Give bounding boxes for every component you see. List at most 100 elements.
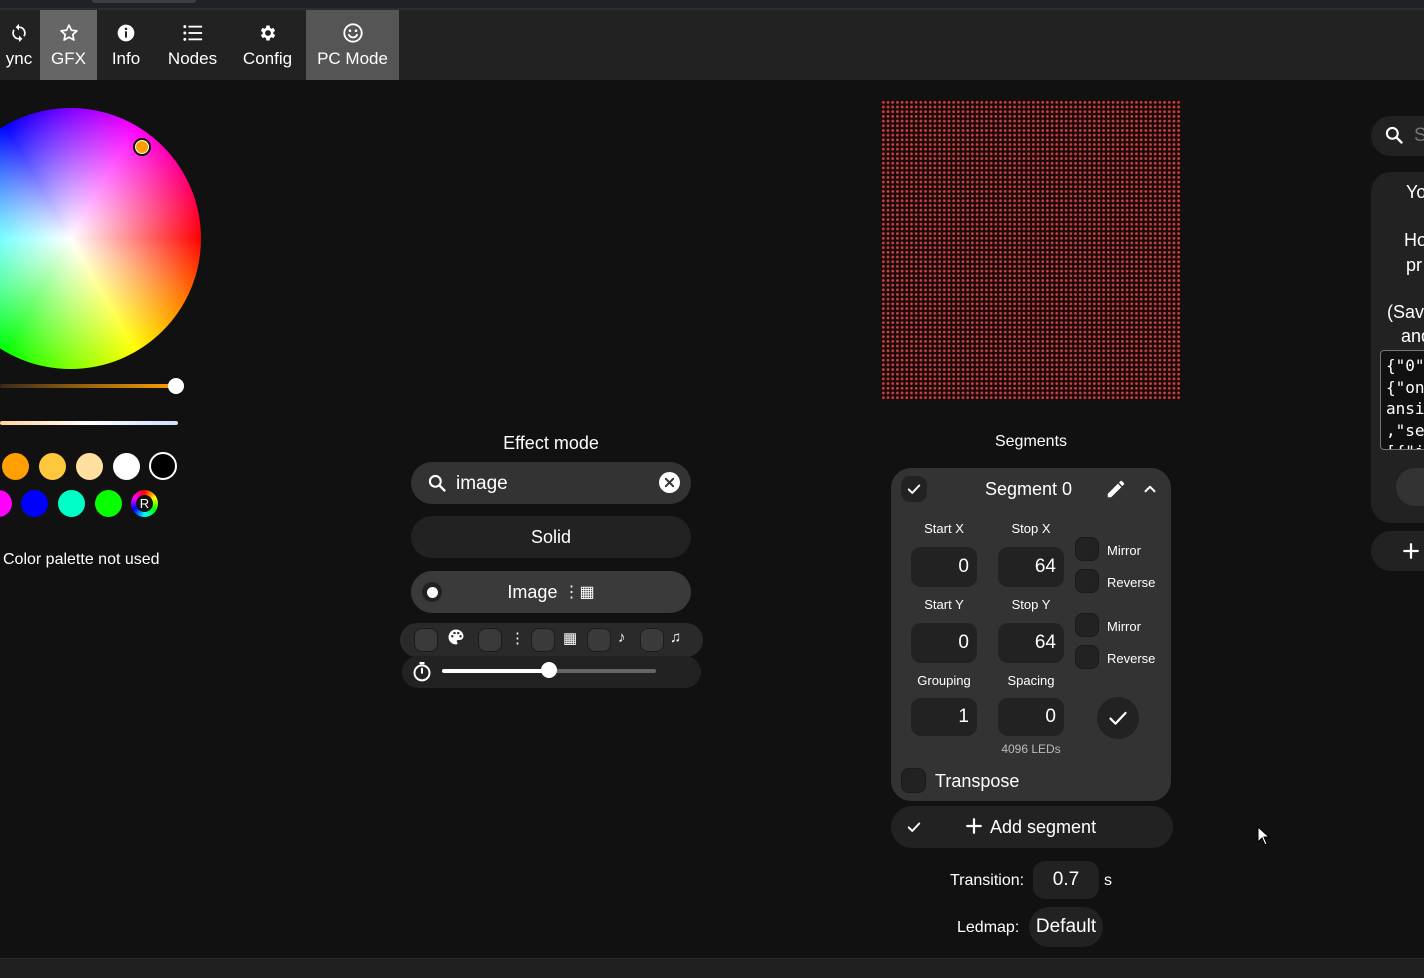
color-swatch[interactable]: [21, 490, 48, 517]
filter-checkbox[interactable]: [587, 628, 611, 652]
mirror-y-checkbox[interactable]: [1075, 613, 1099, 637]
segment-name[interactable]: Segment 0: [985, 479, 1072, 500]
random-color-swatch[interactable]: R: [131, 490, 158, 517]
effect-mode-title: Effect mode: [503, 433, 599, 453]
browser-tab[interactable]: [92, 0, 196, 3]
brightness-slider[interactable]: [0, 384, 176, 388]
timer-icon: [412, 661, 432, 688]
grouping-input[interactable]: 1: [911, 698, 977, 736]
tab-label: Nodes: [167, 49, 218, 68]
tab-pc-mode[interactable]: PC Mode: [306, 10, 399, 80]
speed-slider-knob[interactable]: [541, 662, 557, 678]
filter-checkbox[interactable]: [478, 628, 502, 652]
selected-radio-icon: [422, 582, 442, 602]
speed-slider-fill: [442, 669, 549, 673]
spacing-label: Spacing: [1007, 673, 1055, 688]
start-x-input[interactable]: 0: [911, 547, 977, 587]
preset-search[interactable]: S: [1371, 116, 1424, 156]
mirror-x-label: Mirror: [1107, 543, 1141, 558]
color-swatch[interactable]: [58, 490, 85, 517]
segments-title: Segments: [994, 433, 1068, 450]
effect-item-image[interactable]: Image ⋮▦: [411, 571, 691, 613]
info-line: pr: [1406, 255, 1423, 275]
ledmap-select[interactable]: Default: [1029, 907, 1103, 947]
kelvin-slider[interactable]: [0, 421, 178, 425]
transpose-checkbox[interactable]: [901, 768, 926, 793]
volume-reactive-icon: ♪: [618, 629, 626, 646]
ledmap-label: Ledmap:: [957, 919, 1020, 936]
palette-note: Color palette not used: [3, 551, 160, 568]
stop-y-label: Stop Y: [1011, 597, 1051, 612]
matrix-filter-icon: ▦: [563, 630, 578, 647]
segment-select-checkbox[interactable]: [901, 476, 927, 502]
info-icon: [116, 21, 136, 45]
transition-unit: s: [1104, 872, 1112, 889]
stop-y-input[interactable]: 64: [998, 623, 1064, 663]
tab-label: Info: [111, 49, 141, 68]
transition-input[interactable]: 0.7: [1033, 861, 1099, 899]
select-all-checkbox[interactable]: [901, 814, 927, 840]
effect-search-input[interactable]: image: [456, 473, 508, 495]
tab-label: PC Mode: [317, 49, 388, 68]
add-preset-button[interactable]: [1371, 531, 1424, 571]
browser-tab-strip: [0, 0, 1424, 10]
list-icon: [182, 21, 204, 45]
check-icon: [907, 484, 921, 494]
search-icon: [1384, 125, 1404, 150]
start-y-label: Start Y: [924, 597, 964, 612]
tab-info[interactable]: Info: [97, 10, 155, 80]
effect-speed-control: [402, 656, 701, 688]
preset-search-placeholder: S: [1414, 125, 1424, 146]
sync-icon: [9, 21, 29, 45]
preset-json-textarea[interactable]: {"0" {"on ansi ,"se [{"i: [1380, 350, 1424, 450]
brightness-slider-knob[interactable]: [168, 378, 184, 394]
smiley-icon: [342, 21, 364, 45]
transition-label: Transition:: [950, 872, 1025, 889]
reverse-y-checkbox[interactable]: [1075, 645, 1099, 669]
info-line: Yo: [1406, 182, 1424, 202]
led-count: 4096 LEDs: [1001, 742, 1061, 756]
reverse-x-label: Reverse: [1107, 575, 1156, 590]
color-swatch[interactable]: [2, 453, 29, 480]
color-swatch[interactable]: [95, 490, 122, 517]
filter-checkbox[interactable]: [414, 628, 438, 652]
effect-search[interactable]: image: [411, 462, 691, 504]
stop-x-input[interactable]: 64: [998, 547, 1064, 587]
tab-config[interactable]: Config: [230, 10, 305, 80]
filter-checkbox[interactable]: [640, 628, 664, 652]
info-line: and: [1401, 326, 1424, 346]
tab-nodes[interactable]: Nodes: [155, 10, 230, 80]
color-swatch[interactable]: [0, 490, 12, 517]
edit-pencil-icon[interactable]: [1105, 478, 1127, 505]
color-swatch[interactable]: [76, 453, 103, 480]
effect-filter-bar: ⋮ ▦ ♪ ♫: [400, 623, 703, 657]
chevron-up-icon[interactable]: [1141, 480, 1159, 503]
top-nav: ync GFX Info Nodes Config PC Mode: [0, 10, 1424, 80]
start-y-input[interactable]: 0: [911, 623, 977, 663]
spacing-input[interactable]: 0: [998, 698, 1064, 736]
tab-label: Config: [242, 49, 293, 68]
apply-segment-button[interactable]: [1097, 697, 1139, 739]
tab-label: ync: [5, 49, 33, 68]
color-swatch[interactable]: [39, 453, 66, 480]
mouse-cursor-icon: [1257, 825, 1271, 851]
mirror-x-checkbox[interactable]: [1075, 537, 1099, 561]
tab-gfx[interactable]: GFX: [40, 10, 97, 80]
color-swatch[interactable]: [149, 452, 177, 480]
effect-item-solid[interactable]: Solid: [411, 516, 691, 558]
color-swatch[interactable]: [113, 453, 140, 480]
clear-search-icon[interactable]: [659, 472, 680, 493]
plus-icon: [1402, 542, 1420, 565]
tab-sync[interactable]: ync: [0, 10, 38, 80]
led-matrix-preview: [881, 100, 1181, 400]
reverse-x-checkbox[interactable]: [1075, 569, 1099, 593]
star-icon: [59, 21, 79, 45]
color-wheel-handle[interactable]: [133, 138, 151, 156]
mirror-y-label: Mirror: [1107, 619, 1141, 634]
check-icon: [907, 822, 921, 832]
start-x-label: Start X: [924, 521, 964, 536]
transpose-label: Transpose: [935, 771, 1020, 791]
reverse-y-label: Reverse: [1107, 651, 1156, 666]
filter-checkbox[interactable]: [531, 628, 555, 652]
color-wheel[interactable]: [0, 108, 201, 369]
